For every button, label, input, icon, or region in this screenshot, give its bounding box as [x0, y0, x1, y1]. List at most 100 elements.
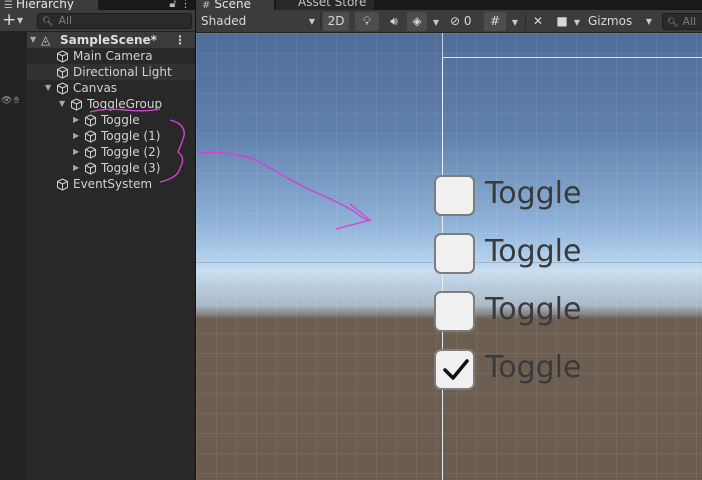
- hierarchy-search-input[interactable]: 🔍︎ All: [37, 13, 192, 29]
- collapse-arrow-icon[interactable]: ▶: [73, 160, 79, 176]
- expand-arrow-icon[interactable]: ▼: [59, 96, 65, 112]
- hierarchy-tree: 👁︎ ✋︎ ▼ ◬ SampleScene* ⋮ Main Camera Directio…: [0, 32, 195, 480]
- gameobject-cube-icon: [84, 162, 97, 175]
- hidden-eye-icon: ⊘: [450, 14, 461, 28]
- draw-mode-dropdown[interactable]: Shaded ▼: [201, 12, 317, 31]
- search-icon: 🔍︎: [667, 18, 679, 28]
- separator: [320, 13, 321, 30]
- hierarchy-item-label: EventSystem: [73, 177, 153, 191]
- chevron-down-icon: ▼: [645, 17, 652, 26]
- chevron-down-icon: ▼: [432, 18, 440, 27]
- chevron-down-icon: ▼: [17, 16, 24, 25]
- toggle-label: Toggle: [485, 234, 582, 269]
- toggle-checkbox[interactable]: [434, 349, 475, 390]
- toggle-checkbox[interactable]: [434, 175, 475, 216]
- scene-viewport[interactable]: Toggle Toggle Toggle Toggle: [196, 33, 702, 480]
- hierarchy-item-label: Toggle (3): [101, 161, 161, 175]
- scene-search-placeholder: All: [682, 15, 697, 28]
- toggle-label: Toggle: [485, 292, 582, 327]
- hierarchy-item-label: Directional Light: [73, 65, 172, 79]
- hierarchy-tab[interactable]: ☰ Hierarchy: [0, 0, 98, 11]
- chevron-down-icon: ▼: [511, 18, 519, 27]
- hierarchy-toolbar: + ▼ 🔍︎ All: [0, 10, 195, 32]
- tab-asset-store-label: Asset Store: [298, 0, 367, 9]
- hierarchy-item[interactable]: ▶ Toggle (1): [27, 128, 195, 144]
- ui-toggle[interactable]: Toggle: [434, 233, 674, 274]
- hierarchy-scene-row[interactable]: ▼ ◬ SampleScene* ⋮: [27, 32, 195, 48]
- effects-dropdown[interactable]: ▼: [429, 12, 443, 31]
- hierarchy-item-label: Canvas: [73, 81, 118, 95]
- hierarchy-item[interactable]: ▼ Canvas: [27, 80, 195, 96]
- gameobject-cube-icon: [56, 178, 69, 191]
- mode-2d-button[interactable]: 2D: [323, 12, 349, 31]
- ui-toggle[interactable]: Toggle: [434, 349, 674, 390]
- speaker-icon: 🔊︎: [390, 14, 398, 28]
- tools-button[interactable]: ✕: [529, 12, 547, 31]
- tab-scene[interactable]: # Scene: [196, 0, 274, 11]
- hierarchy-item-label: ToggleGroup: [87, 97, 163, 111]
- toggle-checkbox[interactable]: [434, 291, 475, 332]
- camera-button[interactable]: ■: [553, 12, 571, 31]
- checkmark-icon: [443, 359, 469, 380]
- draw-mode-value: Shaded: [201, 14, 247, 28]
- toggle-checkbox[interactable]: [434, 233, 475, 274]
- effects-toggle[interactable]: ◈: [407, 12, 427, 31]
- ui-toggle[interactable]: Toggle: [434, 175, 674, 216]
- hierarchy-item[interactable]: ▶ Toggle (2): [27, 144, 195, 160]
- scene-toolbar: Shaded ▼ 2D 💡︎ 🔊︎ ◈ ▼ ⊘ 0 # ▼ ✕ ■ ▼ Gizm…: [196, 10, 702, 33]
- tab-asset-store[interactable]: Asset Store: [276, 0, 374, 10]
- lightbulb-icon: 💡︎: [362, 14, 372, 28]
- camera-icon: ■: [556, 14, 568, 28]
- gameobject-cube-icon: [70, 98, 83, 111]
- mode-2d-label: 2D: [327, 14, 345, 28]
- more-options-icon[interactable]: ⋮: [174, 32, 186, 48]
- layers-icon: ◈: [412, 14, 422, 28]
- collapse-arrow-icon[interactable]: ▶: [73, 144, 79, 160]
- scene-visibility-toggle[interactable]: ⊘ 0: [450, 12, 482, 31]
- unity-scene-icon: ◬: [41, 33, 51, 47]
- more-options-icon[interactable]: ⋮: [180, 0, 191, 10]
- wrench-icon: ✕: [532, 14, 544, 28]
- grid-dropdown[interactable]: ▼: [508, 12, 522, 31]
- hierarchy-item[interactable]: Main Camera: [27, 48, 195, 64]
- hierarchy-item[interactable]: EventSystem: [27, 176, 195, 192]
- hierarchy-item[interactable]: ▶ Toggle (3): [27, 160, 195, 176]
- separator: [525, 13, 526, 30]
- toggle-label: Toggle: [485, 350, 582, 385]
- lock-icon[interactable]: 🔓︎: [169, 0, 176, 10]
- collapse-arrow-icon[interactable]: ▶: [73, 112, 79, 128]
- chevron-down-icon: ▼: [308, 17, 315, 26]
- hierarchy-item-label: Main Camera: [73, 49, 153, 63]
- grid-snap-icon: #: [489, 14, 501, 28]
- gameobject-cube-icon: [56, 50, 69, 63]
- gizmos-label: Gizmos: [588, 14, 633, 28]
- audio-toggle[interactable]: 🔊︎: [384, 12, 404, 31]
- gameobject-cube-icon: [84, 114, 97, 127]
- plus-icon: +: [2, 10, 17, 30]
- grid-toggle[interactable]: #: [484, 12, 506, 31]
- expand-arrow-icon[interactable]: ▼: [30, 32, 36, 48]
- scene-search-input[interactable]: 🔍︎ All: [662, 13, 702, 30]
- collapse-arrow-icon[interactable]: ▶: [73, 128, 79, 144]
- hierarchy-item[interactable]: Directional Light: [27, 64, 195, 80]
- hierarchy-item-label: Toggle (2): [101, 145, 161, 159]
- gizmos-dropdown[interactable]: Gizmos ▼: [588, 12, 654, 31]
- hierarchy-item[interactable]: ▼ ToggleGroup: [27, 96, 195, 112]
- hierarchy-item[interactable]: ▶ Toggle: [27, 112, 195, 128]
- gameobject-cube-icon: [84, 130, 97, 143]
- hierarchy-item-label: Toggle: [101, 113, 140, 127]
- gameobject-cube-icon: [56, 66, 69, 79]
- eye-icon[interactable]: 👁︎: [1, 96, 12, 106]
- gameobject-cube-icon: [84, 146, 97, 159]
- hierarchy-item-label: Toggle (1): [101, 129, 161, 143]
- hidden-count: 0: [463, 14, 472, 28]
- create-button[interactable]: + ▼: [2, 12, 28, 30]
- toggle-label: Toggle: [485, 176, 582, 211]
- visibility-toggles[interactable]: 👁︎ ✋︎: [0, 96, 26, 110]
- expand-arrow-icon[interactable]: ▼: [45, 80, 51, 96]
- lighting-toggle[interactable]: 💡︎: [355, 12, 379, 31]
- camera-dropdown[interactable]: ▼: [571, 12, 583, 31]
- search-icon: 🔍︎: [42, 17, 54, 27]
- ui-toggle[interactable]: Toggle: [434, 291, 674, 332]
- pickable-hand-icon[interactable]: ✋︎: [14, 96, 19, 106]
